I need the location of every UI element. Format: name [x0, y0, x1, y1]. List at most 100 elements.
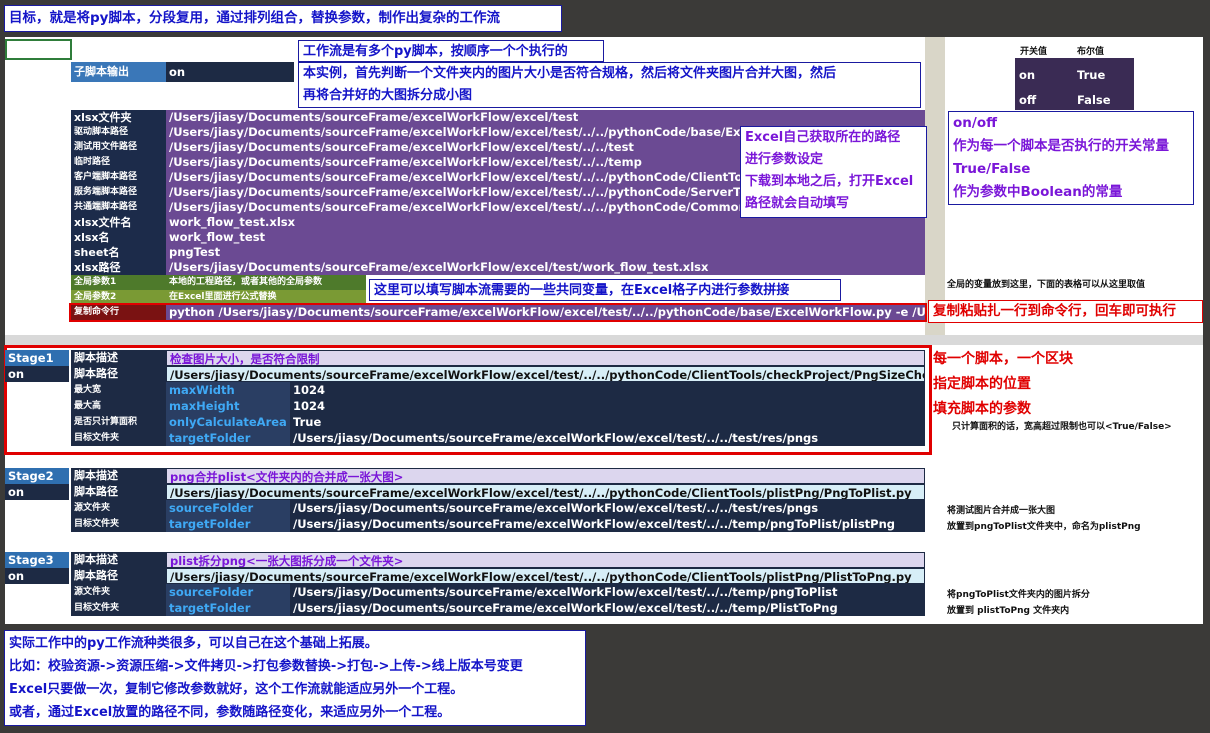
- stage-param-key: maxHeight: [166, 398, 290, 414]
- bottom-note-line1: 实际工作中的py工作流种类很多，可以自己在这个基础上拓展。: [9, 636, 378, 651]
- stage-param-label: 源文件夹: [71, 584, 166, 600]
- stage-param-value[interactable]: True: [290, 414, 925, 430]
- stage-switch[interactable]: on: [5, 568, 69, 584]
- stage-param-label: 源文件夹: [71, 500, 166, 516]
- stage-name: Stage3: [5, 552, 69, 568]
- global-param1-value[interactable]: 本地的工程路径，或者其他的全局参数: [166, 275, 366, 290]
- stage-param-value[interactable]: 1024: [290, 398, 925, 414]
- bottom-note-line2: 比如：校验资源->资源压缩->文件拷贝->打包参数替换->打包->上传->线上版…: [9, 659, 523, 674]
- stage-path[interactable]: /Users/jiasy/Documents/sourceFrame/excel…: [166, 484, 925, 500]
- switch-off: off: [1019, 93, 1037, 107]
- stage-path-label: 脚本路径: [71, 484, 166, 500]
- stage-param-value[interactable]: /Users/jiasy/Documents/sourceFrame/excel…: [290, 600, 925, 616]
- stage-param-label: 目标文件夹: [71, 430, 166, 446]
- global-row-label: 服务端脚本路径: [71, 185, 166, 200]
- stage-param-label: 目标文件夹: [71, 600, 166, 616]
- stage-switch[interactable]: on: [5, 484, 69, 500]
- global-side-note: 全局的变量放到这里，下面的表格可以从这里取值: [947, 280, 1146, 290]
- block-note-line1: 每一个脚本，一个区块: [933, 351, 1073, 367]
- stage-param-value[interactable]: /Users/jiasy/Documents/sourceFrame/excel…: [290, 500, 925, 516]
- bool-header: 布尔值: [1077, 47, 1105, 57]
- stage-desc[interactable]: plist拆分png<一张大图拆分成一个文件夹>: [166, 552, 925, 568]
- global-row-label: xlsx路径: [71, 260, 166, 275]
- block-note-line2: 指定脚本的位置: [933, 376, 1031, 392]
- excel-path-note: Excel自己获取所在的路径 进行参数设定 下载到本地之后，打开Excel 路径…: [740, 126, 927, 218]
- stage-desc[interactable]: 检查图片大小，是否符合限制: [166, 350, 925, 366]
- stage-name: Stage2: [5, 468, 69, 484]
- stage-param-key: sourceFolder: [166, 500, 290, 516]
- flow-note-line2: 本实例，首先判断一个文件夹内的图片大小是否符合规格，然后将文件夹图片合并大图，然…: [303, 66, 837, 81]
- global-row-label: 临时路径: [71, 155, 166, 170]
- bottom-note-line4: 或者，通过Excel放置的路径不同，参数随路径变化，来适应另外一个工程。: [9, 705, 451, 720]
- bottom-note-line3: Excel只要做一次，复制它修改参数就好，这个工作流就能适应另外一个工程。: [9, 682, 464, 697]
- global-row-label: 测试用文件路径: [71, 140, 166, 155]
- stage-desc[interactable]: png合并plist<文件夹内的合并成一张大图>: [166, 468, 925, 484]
- global-row-label: 客户端脚本路径: [71, 170, 166, 185]
- command-value[interactable]: python /Users/jiasy/Documents/sourceFram…: [166, 305, 925, 320]
- stage-desc-label: 脚本描述: [71, 350, 166, 366]
- stage-side-note: 只计算面积的话，宽高超过限制也可以<True/False>: [952, 422, 1172, 432]
- stage-param-key: maxWidth: [166, 382, 290, 398]
- command-label: 复制命令行: [71, 305, 166, 320]
- stage-param-key: sourceFolder: [166, 584, 290, 600]
- onoff-note: on/off 作为每一个脚本是否执行的开关常量 True/False 作为参数中…: [948, 111, 1194, 205]
- switch-header: 开关值: [1020, 47, 1048, 57]
- goal-note: 目标，就是将py脚本，分段复用，通过排列组合，替换参数，制作出复杂的工作流: [4, 5, 562, 32]
- block-note-line3: 填充脚本的参数: [933, 401, 1031, 417]
- global-row-value[interactable]: /Users/jiasy/Documents/sourceFrame/excel…: [166, 110, 925, 125]
- stage-param-value[interactable]: 1024: [290, 382, 925, 398]
- sub-output-label: 子脚本输出: [71, 62, 166, 82]
- sub-output-value[interactable]: on: [166, 62, 294, 82]
- stage-param-key: targetFolder: [166, 600, 290, 616]
- stage-param-key: targetFolder: [166, 516, 290, 532]
- flow-note-body: 本实例，首先判断一个文件夹内的图片大小是否符合规格，然后将文件夹图片合并大图，然…: [298, 62, 921, 108]
- switch-on: on: [1019, 68, 1036, 82]
- global-row-label: xlsx文件夹: [71, 110, 166, 125]
- excel-note-line4: 路径就会自动填写: [745, 196, 850, 211]
- global-row-value[interactable]: /Users/jiasy/Documents/sourceFrame/excel…: [166, 260, 925, 275]
- onoff-note-line1: on/off: [953, 115, 998, 131]
- global-param1-label: 全局参数1: [71, 275, 166, 290]
- params-note: 这里可以填写脚本流需要的一些共同变量，在Excel格子内进行参数拼接: [369, 279, 841, 301]
- global-row-label: 驱动脚本路径: [71, 125, 166, 140]
- global-row-label: 共通端脚本路径: [71, 200, 166, 215]
- stage-path[interactable]: /Users/jiasy/Documents/sourceFrame/excel…: [166, 366, 925, 382]
- stage-path[interactable]: /Users/jiasy/Documents/sourceFrame/excel…: [166, 568, 925, 584]
- global-row-value[interactable]: work_flow_test: [166, 230, 925, 245]
- global-row-label: sheet名: [71, 245, 166, 260]
- stage-param-label: 是否只计算面积: [71, 414, 166, 430]
- stage-side-note: 放置到pngToPlist文件夹中，命名为plistPng: [947, 522, 1141, 532]
- global-row-label: xlsx文件名: [71, 215, 166, 230]
- stage-param-key: onlyCalculateArea: [166, 414, 290, 430]
- stage-side-note: 将pngToPlist文件夹内的图片拆分: [947, 590, 1090, 600]
- global-row-value[interactable]: pngTest: [166, 245, 925, 260]
- flow-note-title: 工作流是有多个py脚本，按顺序一个个执行的: [298, 40, 604, 62]
- command-note: 复制粘贴扎一行到命令行，回车即可执行: [928, 300, 1203, 323]
- onoff-note-line2: 作为每一个脚本是否执行的开关常量: [953, 138, 1169, 154]
- stage-side-note: 放置到 plistToPng 文件夹内: [947, 606, 1070, 616]
- excel-note-line3: 下载到本地之后，打开Excel: [745, 174, 914, 189]
- stage-switch[interactable]: on: [5, 366, 69, 382]
- excel-note-line1: Excel自己获取所在的路径: [745, 130, 901, 145]
- stage-desc-label: 脚本描述: [71, 468, 166, 484]
- selected-cell[interactable]: [5, 39, 72, 60]
- grey-column: [925, 37, 945, 335]
- stage-param-value[interactable]: /Users/jiasy/Documents/sourceFrame/excel…: [290, 516, 925, 532]
- excel-note-line2: 进行参数设定: [745, 152, 824, 167]
- stage-side-note: 将测试图片合并成一张大图: [947, 506, 1056, 516]
- stage-path-label: 脚本路径: [71, 568, 166, 584]
- stage-param-value[interactable]: /Users/jiasy/Documents/sourceFrame/excel…: [290, 584, 925, 600]
- stage-param-key: targetFolder: [166, 430, 290, 446]
- onoff-note-line4: 作为参数中Boolean的常量: [953, 184, 1123, 200]
- stage-param-label: 目标文件夹: [71, 516, 166, 532]
- onoff-note-line3: True/False: [953, 161, 1031, 177]
- stage-path-label: 脚本路径: [71, 366, 166, 382]
- bool-true: True: [1077, 68, 1106, 82]
- stage-name: Stage1: [5, 350, 69, 366]
- stage-param-label: 最大宽: [71, 382, 166, 398]
- bottom-note: 实际工作中的py工作流种类很多，可以自己在这个基础上拓展。 比如：校验资源->资…: [4, 630, 586, 726]
- section-divider: [5, 335, 1203, 345]
- global-row-label: xlsx名: [71, 230, 166, 245]
- stage-param-value[interactable]: /Users/jiasy/Documents/sourceFrame/excel…: [290, 430, 925, 446]
- bool-false: False: [1077, 93, 1111, 107]
